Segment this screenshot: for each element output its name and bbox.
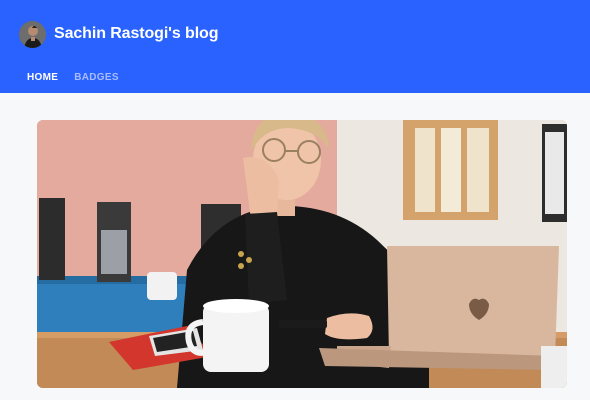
post-cover-image[interactable]	[37, 120, 567, 388]
blog-home-link[interactable]: Sachin Rastogi's blog	[19, 20, 219, 48]
author-avatar	[19, 20, 46, 48]
blog-title: Sachin Rastogi's blog	[54, 25, 219, 42]
nav-home[interactable]: HOME	[27, 72, 58, 83]
site-header: Sachin Rastogi's blog HOME BADGES	[0, 0, 590, 93]
nav-badges[interactable]: BADGES	[74, 72, 119, 83]
main-nav: HOME BADGES	[27, 72, 119, 83]
